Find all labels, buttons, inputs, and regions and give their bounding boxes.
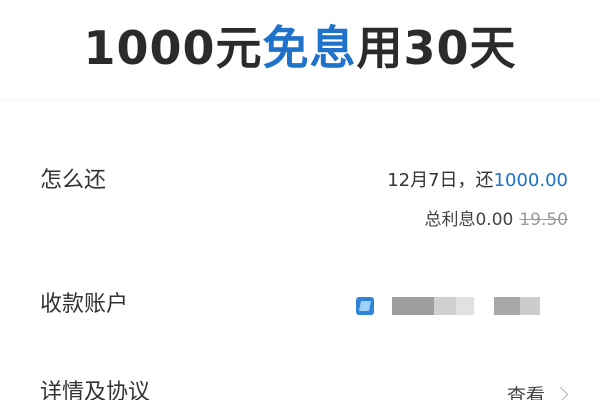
repayment-label: 怎么还 <box>40 168 107 193</box>
account-selector[interactable] <box>356 295 540 317</box>
repayment-date: 12月7日，还 <box>387 170 494 191</box>
account-label: 收款账户 <box>40 292 129 317</box>
view-details-link[interactable]: 查看 <box>506 381 569 400</box>
masked-account-part <box>520 297 540 315</box>
chevron-right-icon <box>552 386 569 400</box>
masked-account-part <box>494 297 520 315</box>
repayment-plan[interactable]: 12月7日，还1000.00 <box>387 168 568 194</box>
details-label: 详情及协议 <box>40 380 151 400</box>
headline-prefix: 1000元 <box>83 21 263 75</box>
loan-confirm-page: 1000元免息用30天 怎么还 12月7日，还1000.00 总利息0.00 19… <box>0 0 600 400</box>
headline-accent: 免息 <box>262 21 357 75</box>
original-interest: 19.50 <box>519 210 568 230</box>
total-interest: 总利息0.00 <box>424 210 514 230</box>
interest-info: 总利息0.00 19.50 <box>424 207 568 233</box>
headline-suffix: 用30天 <box>356 21 517 75</box>
masked-account-part <box>392 297 434 315</box>
bank-card-icon <box>356 297 374 315</box>
view-details-text: 查看 <box>506 385 545 400</box>
repayment-amount: 1000.00 <box>493 170 568 191</box>
headline: 1000元免息用30天 <box>0 18 600 78</box>
divider <box>0 100 600 101</box>
masked-account-part <box>456 297 474 315</box>
masked-account-part <box>434 297 456 315</box>
